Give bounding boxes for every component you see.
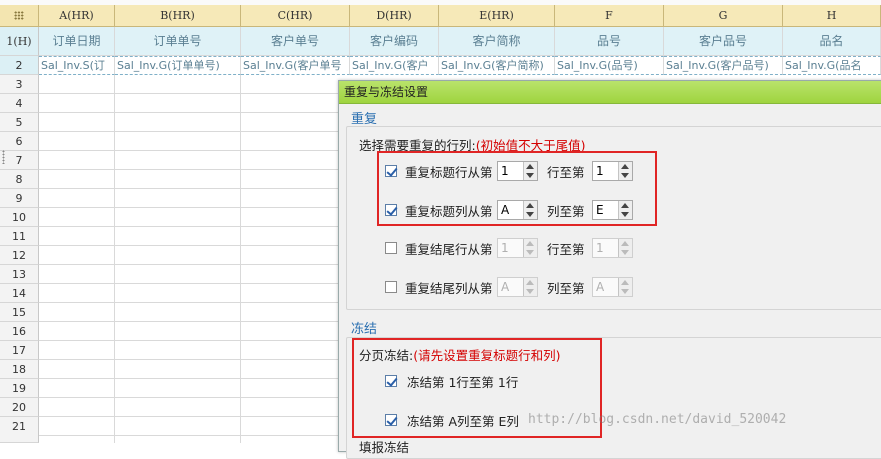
highlight-repeat-box [377, 151, 657, 226]
row-header-15[interactable]: 15 [0, 303, 39, 322]
binding-cell-e[interactable]: Sal_Inv.G(客户简称) [439, 56, 555, 75]
header-cell-b[interactable]: 订单单号 [115, 27, 241, 56]
repeat-footer-rows-checkbox[interactable] [385, 242, 397, 254]
select-all-corner[interactable] [0, 5, 39, 27]
binding-cell-f[interactable]: Sal_Inv.G(品号) [555, 56, 664, 75]
row-header-5[interactable]: 5 [0, 113, 39, 132]
spin-up-icon [621, 241, 629, 246]
binding-cell-h[interactable]: Sal_Inv.G(品名 [783, 56, 881, 75]
header-cell-a[interactable]: 订单日期 [39, 27, 115, 56]
repeat-footer-rows-from-spinner[interactable]: 1 [497, 238, 538, 258]
row-header-6[interactable]: 6 [0, 132, 39, 151]
repeat-footer-cols-to-spinner[interactable]: A [592, 277, 633, 297]
spin-down-icon [621, 250, 629, 255]
header-cell-c[interactable]: 客户单号 [241, 27, 350, 56]
spin-up-icon [526, 280, 534, 285]
binding-cell-b[interactable]: Sal_Inv.G(订单单号) [115, 56, 241, 75]
repeat-freeze-dialog: 重复与冻结设置 重复 选择需要重复的行列:(初始值不大于尾值) 重复标题行从第 … [338, 80, 881, 459]
row-header-14[interactable]: 14 [0, 284, 39, 303]
spin-up-icon [621, 280, 629, 285]
spin-down-icon [526, 250, 534, 255]
repeat-footer-cols-to-label: 列至第 [547, 281, 585, 296]
row-header-17[interactable]: 17 [0, 341, 39, 360]
empty-grid[interactable] [39, 75, 338, 443]
grid-icon [14, 11, 24, 20]
col-header-d[interactable]: D(HR) [350, 5, 439, 27]
col-header-h[interactable]: H [783, 5, 881, 27]
row-header-4[interactable]: 4 [0, 94, 39, 113]
repeat-footer-cols-label: 重复结尾列从第 [405, 281, 493, 296]
row-header-9[interactable]: 9 [0, 189, 39, 208]
header-cell-g[interactable]: 客户品号 [664, 27, 783, 56]
row-header-10[interactable]: 10 [0, 208, 39, 227]
row-header-1[interactable]: 1(H) [0, 27, 39, 56]
repeat-footer-rows-to-label: 行至第 [547, 242, 585, 257]
spin-down-icon [621, 289, 629, 294]
spin-up-icon [526, 241, 534, 246]
binding-cell-c[interactable]: Sal_Inv.G(客户单号 [241, 56, 350, 75]
binding-cell-a[interactable]: Sal_Inv.S(订 [39, 56, 115, 75]
col-header-a[interactable]: A(HR) [39, 5, 115, 27]
resize-grip-icon[interactable] [2, 150, 5, 164]
row-header-21[interactable]: 21 [0, 417, 39, 443]
dialog-title: 重复与冻结设置 [344, 85, 429, 99]
row-header-16[interactable]: 16 [0, 322, 39, 341]
repeat-footer-rows-label: 重复结尾行从第 [405, 242, 493, 257]
binding-cell-g[interactable]: Sal_Inv.G(客户品号) [664, 56, 783, 75]
header-cell-d[interactable]: 客户编码 [350, 27, 439, 56]
repeat-footer-cols-checkbox[interactable] [385, 281, 397, 293]
col-header-e[interactable]: E(HR) [439, 5, 555, 27]
repeat-section-title: 重复 [351, 112, 378, 127]
row-header-3[interactable]: 3 [0, 75, 39, 94]
row-header-8[interactable]: 8 [0, 170, 39, 189]
header-cell-e[interactable]: 客户简称 [439, 27, 555, 56]
row-header-2[interactable]: 2 [0, 56, 39, 75]
freeze-section-title: 冻结 [351, 322, 378, 337]
header-cell-f[interactable]: 品号 [555, 27, 664, 56]
row-header-13[interactable]: 13 [0, 265, 39, 284]
row-header-20[interactable]: 20 [0, 398, 39, 417]
header-cell-h[interactable]: 品名 [783, 27, 881, 56]
watermark: http://blog.csdn.net/david_520042 [528, 412, 787, 427]
row-header-12[interactable]: 12 [0, 246, 39, 265]
row-header-11[interactable]: 11 [0, 227, 39, 246]
dialog-titlebar[interactable]: 重复与冻结设置 [339, 81, 881, 104]
row-header-19[interactable]: 19 [0, 379, 39, 398]
binding-cell-d[interactable]: Sal_Inv.G(客户 [350, 56, 439, 75]
row-header-18[interactable]: 18 [0, 360, 39, 379]
col-header-c[interactable]: C(HR) [241, 5, 350, 27]
col-header-f[interactable]: F [555, 5, 664, 27]
spin-down-icon [526, 289, 534, 294]
next-section-title: 填报冻结 [359, 440, 410, 455]
col-header-g[interactable]: G [664, 5, 783, 27]
col-header-b[interactable]: B(HR) [115, 5, 241, 27]
repeat-footer-cols-from-spinner[interactable]: A [497, 277, 538, 297]
repeat-footer-rows-to-spinner[interactable]: 1 [592, 238, 633, 258]
row-header-7[interactable]: 7 [0, 151, 39, 170]
